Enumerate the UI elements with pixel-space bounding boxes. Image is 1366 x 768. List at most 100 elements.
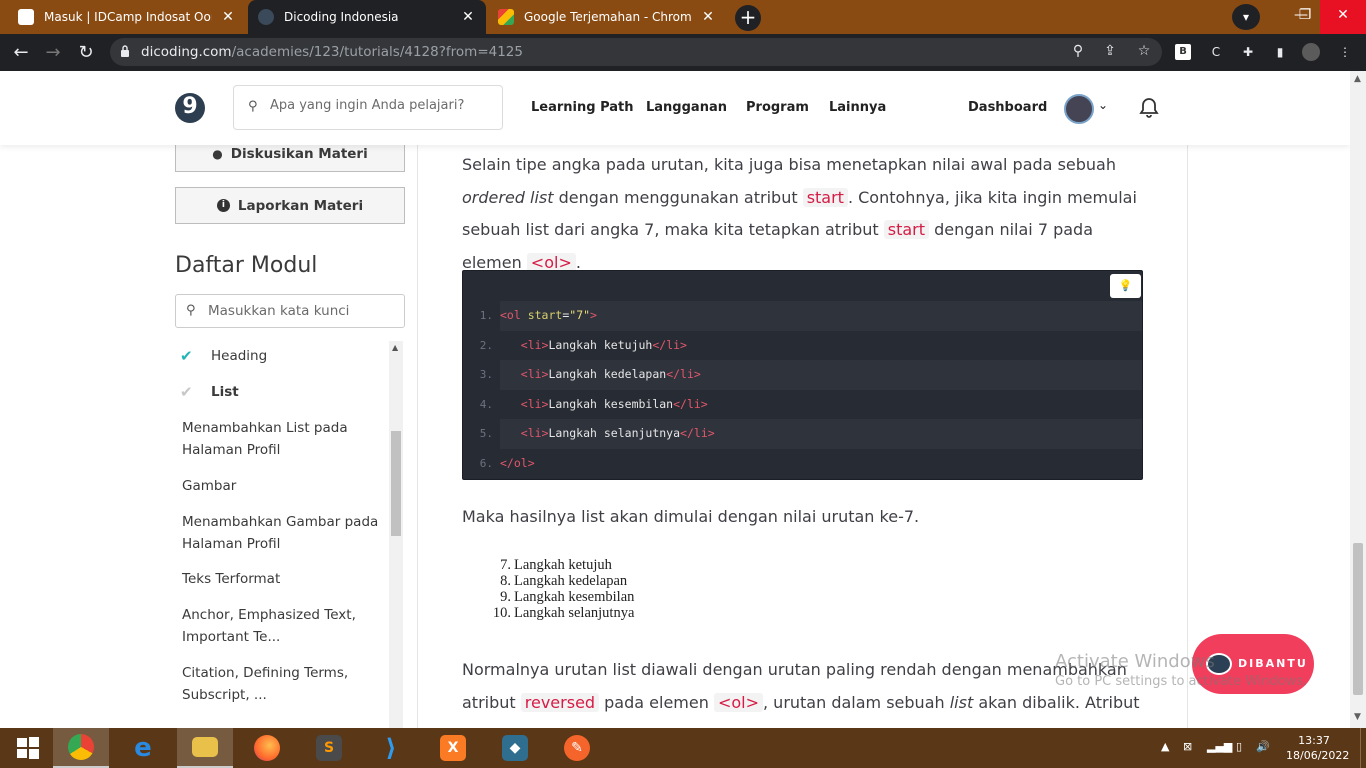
nav-program[interactable]: Program bbox=[746, 100, 809, 115]
code-line: 2. <li>Langkah ketujuh</li> bbox=[479, 337, 687, 352]
inline-code: start bbox=[883, 220, 930, 239]
close-tab-icon[interactable]: ✕ bbox=[700, 9, 716, 25]
file-explorer-taskbar-icon[interactable] bbox=[177, 728, 233, 768]
code-line: 6. </ol> bbox=[479, 456, 535, 470]
xampp-taskbar-icon[interactable]: X bbox=[425, 728, 481, 768]
search-icon: ⚲ bbox=[186, 303, 196, 318]
list-item: 8. Langkah kedelapan bbox=[500, 573, 628, 589]
tab-title: Masuk | IDCamp Indosat Ooredoo bbox=[44, 10, 212, 24]
module-item[interactable]: Gambar bbox=[182, 475, 382, 497]
mysql-workbench-taskbar-icon[interactable]: ◆ bbox=[487, 728, 543, 768]
tab-search-chevron-icon[interactable]: ▾ bbox=[1232, 4, 1260, 30]
paragraph-reversed: Normalnya urutan list diawali dengan uru… bbox=[462, 660, 1140, 728]
activate-windows-watermark: Activate Windows Go to PC settings to ac… bbox=[1055, 651, 1308, 689]
module-item[interactable]: Menambahkan List pada Halaman Profil bbox=[182, 417, 382, 461]
scroll-up-icon[interactable]: ▲ bbox=[1354, 74, 1361, 84]
taskbar-clock[interactable]: 13:37 18/06/2022 bbox=[1286, 733, 1349, 763]
chevron-down-icon[interactable]: ⌄ bbox=[1098, 98, 1108, 112]
share-icon[interactable]: ⇪ bbox=[1100, 43, 1120, 59]
side-panel-icon[interactable]: ▮ bbox=[1271, 43, 1289, 61]
lightbulb-icon: 💡 bbox=[1118, 279, 1133, 292]
module-item-list[interactable]: List bbox=[211, 381, 388, 403]
extensions-puzzle-icon[interactable]: ✚ bbox=[1239, 43, 1257, 61]
module-search[interactable]: ⚲ bbox=[175, 294, 405, 328]
tab-title: Dicoding Indonesia bbox=[284, 10, 399, 24]
volume-icon[interactable]: 🔊 bbox=[1256, 740, 1270, 753]
edge-taskbar-icon[interactable]: e bbox=[115, 728, 171, 768]
web-page: 9 ⚲ Learning Path Langganan Program Lain… bbox=[0, 71, 1350, 728]
reload-icon[interactable]: ↻ bbox=[73, 40, 99, 66]
new-tab-button[interactable]: + bbox=[735, 5, 761, 31]
copy-code-button[interactable]: 💡 bbox=[1110, 274, 1141, 298]
vscode-taskbar-icon[interactable]: ⟩ bbox=[363, 728, 419, 768]
scrollbar-thumb[interactable] bbox=[1353, 543, 1363, 695]
signal-icon[interactable]: ▂▄▆ bbox=[1207, 740, 1232, 753]
lock-icon bbox=[121, 45, 129, 57]
chrome-taskbar-icon[interactable] bbox=[53, 728, 109, 768]
notification-bell-icon[interactable] bbox=[1138, 96, 1160, 118]
bookmark-star-icon[interactable]: ☆ bbox=[1134, 43, 1154, 59]
close-tab-icon[interactable]: ✕ bbox=[220, 9, 236, 25]
module-item[interactable]: Teks Terformat bbox=[182, 568, 382, 590]
code-line: 4. <li>Langkah kesembilan</li> bbox=[479, 396, 708, 411]
site-header: 9 ⚲ Learning Path Langganan Program Lain… bbox=[0, 71, 1350, 145]
scroll-down-icon[interactable]: ▼ bbox=[1354, 712, 1361, 722]
nav-langganan[interactable]: Langganan bbox=[646, 100, 727, 115]
show-desktop-button[interactable] bbox=[1360, 728, 1366, 768]
scroll-up-icon[interactable]: ▲ bbox=[392, 343, 398, 352]
extension-code-icon[interactable]: C bbox=[1207, 43, 1225, 61]
code-line: 3. <li>Langkah kedelapan</li> bbox=[480, 360, 1142, 390]
info-icon: i bbox=[216, 199, 230, 212]
close-tab-icon[interactable]: ✕ bbox=[460, 9, 476, 25]
module-list-scrollbar[interactable]: ▲ bbox=[389, 341, 403, 728]
module-search-input[interactable] bbox=[208, 303, 393, 319]
module-item[interactable]: Menambahkan Gambar pada Halaman Profil bbox=[182, 511, 382, 555]
user-avatar[interactable] bbox=[1064, 94, 1094, 124]
code-block: 💡 1. <ol start="7"> 2. <li>Langkah ketuju… bbox=[462, 270, 1143, 480]
site-search-input[interactable] bbox=[270, 98, 490, 113]
webstore-favicon-icon bbox=[498, 9, 514, 25]
module-sidebar: ● Diskusikan Materi i Laporkan Materi Da… bbox=[0, 135, 418, 728]
list-item: 7. Langkah ketujuh bbox=[500, 557, 612, 573]
nav-learning-path[interactable]: Learning Path bbox=[531, 100, 634, 115]
module-item-heading[interactable]: Heading bbox=[211, 345, 388, 367]
report-button[interactable]: i Laporkan Materi bbox=[175, 187, 405, 224]
zoom-icon[interactable]: ⚲ bbox=[1068, 43, 1088, 59]
back-arrow-icon[interactable]: ← bbox=[8, 40, 34, 66]
nav-lainnya[interactable]: Lainnya bbox=[829, 100, 886, 115]
inline-code: <ol> bbox=[713, 692, 763, 712]
windows-taskbar: e S ⟩ X ◆ ✎ ▲ ⊠ ▂▄▆ ▯ 🔊 13:37 18/06/2022 bbox=[0, 728, 1366, 768]
tab-google-translate[interactable]: Google Terjemahan - Chrome Web Store ✕ bbox=[488, 0, 726, 34]
windows-start-icon[interactable] bbox=[0, 728, 56, 768]
show-hidden-icons-icon[interactable]: ▲ bbox=[1161, 740, 1169, 753]
address-bar[interactable]: dicoding.com/academies/123/tutorials/412… bbox=[110, 38, 1162, 66]
tab-dicoding[interactable]: Dicoding Indonesia ✕ bbox=[248, 0, 486, 34]
module-list-title: Daftar Modul bbox=[175, 253, 318, 278]
dicoding-logo[interactable]: 9 bbox=[175, 93, 205, 123]
nav-dashboard[interactable]: Dashboard bbox=[968, 100, 1047, 115]
chrome-menu-icon[interactable]: ⋮ bbox=[1336, 43, 1354, 61]
page-scrollbar[interactable]: ▲ ▼ bbox=[1350, 71, 1366, 728]
site-search[interactable]: ⚲ bbox=[233, 85, 503, 130]
battery-icon[interactable]: ▯ bbox=[1236, 740, 1242, 753]
browser-toolbar: ← → ↻ dicoding.com/academies/123/tutoria… bbox=[0, 34, 1366, 71]
firefox-taskbar-icon[interactable] bbox=[239, 728, 295, 768]
extension-b-icon[interactable]: B bbox=[1175, 44, 1191, 60]
url-text: dicoding.com/academies/123/tutorials/412… bbox=[141, 44, 523, 60]
clock-time: 13:37 bbox=[1298, 734, 1330, 747]
pen-app-taskbar-icon[interactable]: ✎ bbox=[549, 728, 605, 768]
network-error-icon[interactable]: ⊠ bbox=[1183, 740, 1192, 753]
search-icon: ⚲ bbox=[248, 99, 258, 114]
checkmark-icon: ✔ bbox=[180, 347, 193, 365]
close-window-icon[interactable]: ✕ bbox=[1320, 0, 1366, 34]
discuss-button-label: Diskusikan Materi bbox=[230, 145, 368, 162]
scrollbar-thumb[interactable] bbox=[391, 431, 401, 536]
chat-bubble-icon: ● bbox=[212, 146, 223, 161]
module-item[interactable]: Citation, Defining Terms, Subscript, ... bbox=[182, 662, 382, 706]
tab-idcamp[interactable]: Masuk | IDCamp Indosat Ooredoo ✕ bbox=[8, 0, 246, 34]
forward-arrow-icon[interactable]: → bbox=[40, 40, 66, 66]
profile-avatar-icon[interactable] bbox=[1302, 43, 1320, 61]
sublime-text-taskbar-icon[interactable]: S bbox=[301, 728, 357, 768]
list-item: 9. Langkah kesembilan bbox=[500, 589, 635, 605]
module-item[interactable]: Anchor, Emphasized Text, Important Te... bbox=[182, 604, 382, 648]
